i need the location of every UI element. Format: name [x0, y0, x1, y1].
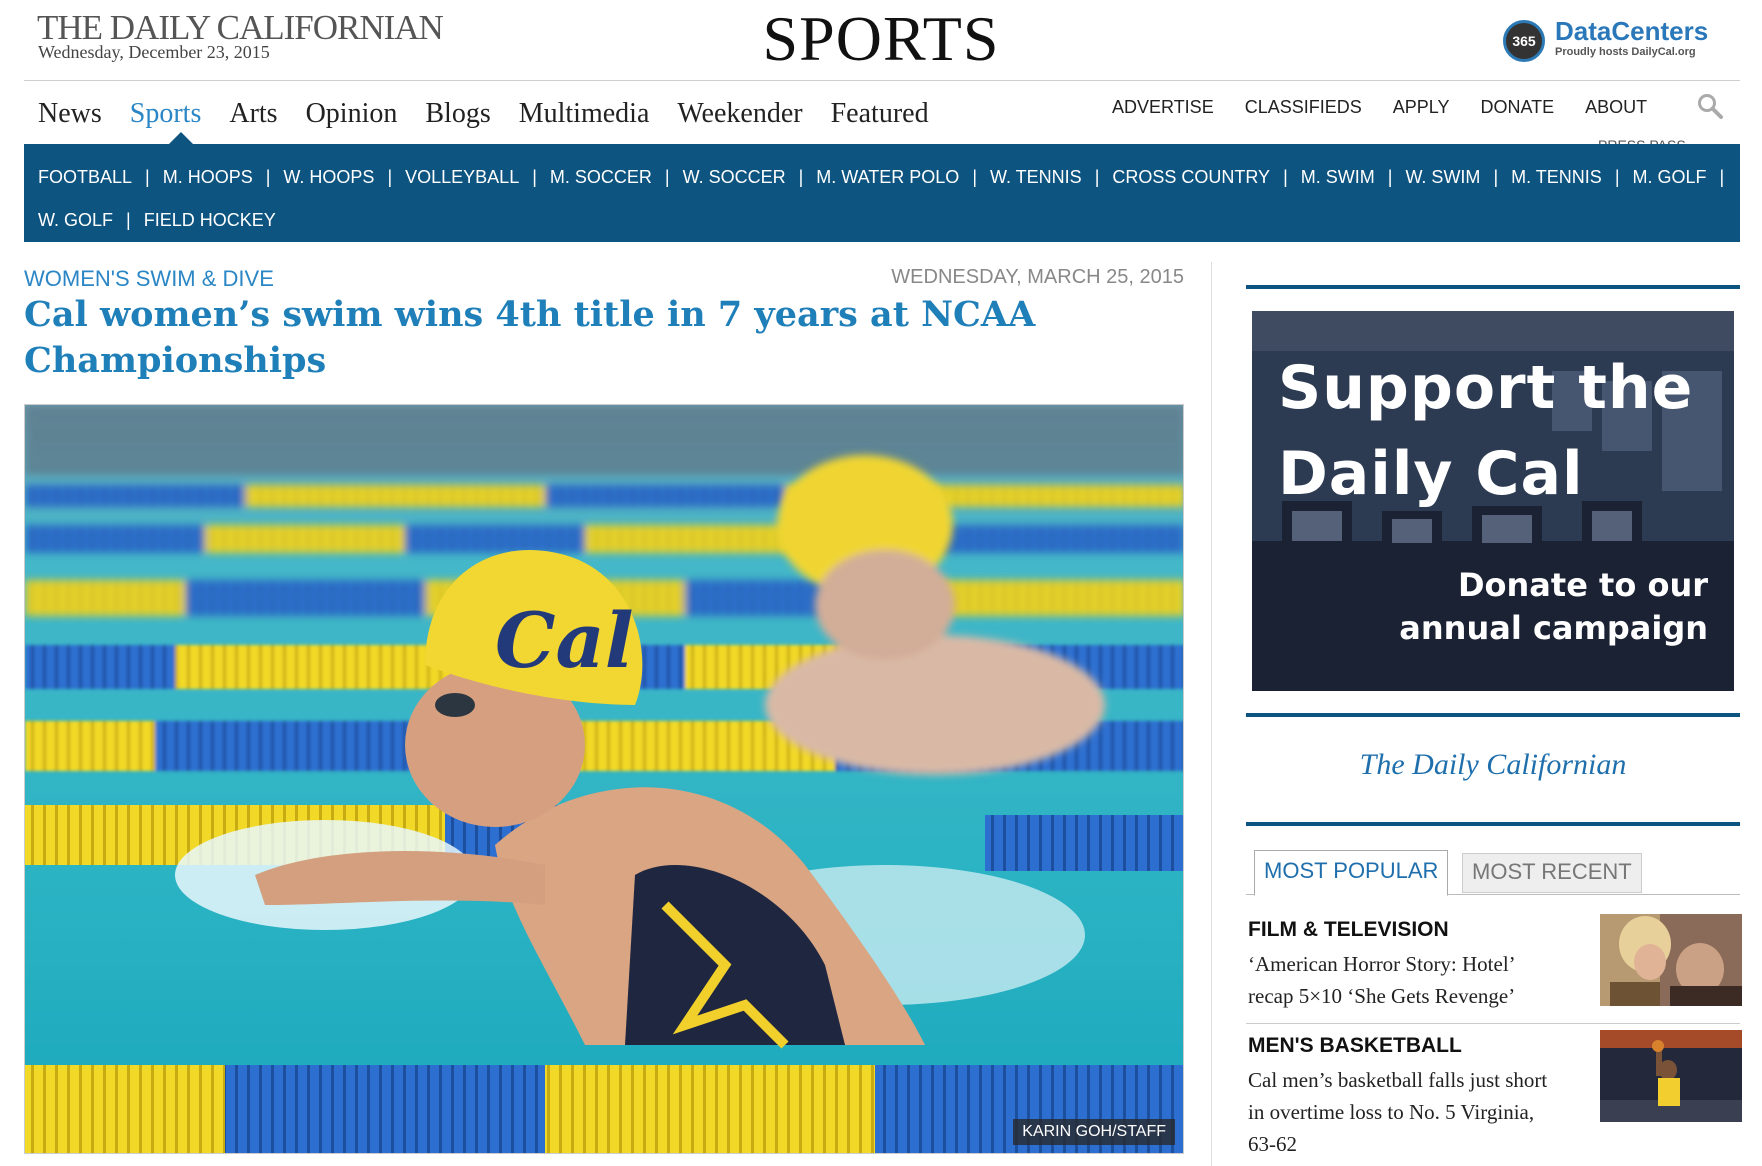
- story-thumbnail[interactable]: [1600, 914, 1742, 1006]
- subnav-separator: |: [1614, 166, 1620, 187]
- sport-link-w-swim[interactable]: W. SWIM: [1405, 167, 1480, 188]
- nav-sports[interactable]: Sports: [130, 98, 202, 130]
- subnav-separator: |: [1094, 166, 1100, 187]
- subnav-separator: |: [126, 209, 131, 230]
- subnav-separator: |: [1387, 166, 1393, 187]
- story-divider: [1246, 1023, 1740, 1024]
- utility-nav: ADVERTISE CLASSIFIEDS APPLY DONATE ABOUT: [1112, 92, 1678, 122]
- nav-featured[interactable]: Featured: [831, 98, 929, 130]
- article-category[interactable]: WOMEN'S SWIM & DIVE: [24, 266, 274, 292]
- nav-blogs[interactable]: Blogs: [425, 98, 490, 130]
- nav-weekender[interactable]: Weekender: [677, 98, 802, 130]
- sport-link-m-tennis[interactable]: M. TENNIS: [1511, 167, 1602, 188]
- ad-headline-line-2: Daily Cal: [1278, 439, 1584, 509]
- ad-headline-line-1: Support the: [1278, 353, 1694, 423]
- story-title[interactable]: Cal men’s basketball falls just short in…: [1248, 1064, 1558, 1160]
- ad-subline-1: Donate to our: [1457, 566, 1708, 604]
- subnav-separator: |: [265, 166, 271, 187]
- subnav-separator: |: [664, 166, 670, 187]
- sports-subnav-row-2: W. GOLF | FIELD HOCKEY: [38, 207, 276, 233]
- popular-story[interactable]: MEN'S BASKETBALL Cal men’s basketball fa…: [1248, 1030, 1742, 1162]
- nav-opinion[interactable]: Opinion: [306, 98, 398, 130]
- sidebar-rule: [1246, 285, 1740, 289]
- photo-credit: KARIN GOH/STAFF: [1013, 1119, 1175, 1145]
- sport-link-w-golf[interactable]: W. GOLF: [38, 210, 113, 231]
- ad-subline-2: annual campaign: [1399, 609, 1708, 647]
- sports-subnav-row-1: FOOTBALL | M. HOOPS | W. HOOPS | VOLLEYBALL | M.…: [38, 164, 1737, 190]
- sponsor-tagline: Proudly hosts DailyCal.org: [1555, 46, 1696, 58]
- tab-most-recent[interactable]: MOST RECENT: [1462, 853, 1642, 893]
- sponsor-logo[interactable]: 365 DataCenters Proudly hosts DailyCal.o…: [1503, 16, 1728, 66]
- search-icon[interactable]: [1696, 92, 1724, 120]
- story-title[interactable]: ‘American Horror Story: Hotel’ recap 5×1…: [1248, 948, 1558, 1012]
- subnav-separator: |: [145, 166, 150, 187]
- sport-link-cross-country[interactable]: CROSS COUNTRY: [1112, 167, 1270, 188]
- story-category[interactable]: FILM & TELEVISION: [1248, 918, 1449, 942]
- utility-donate[interactable]: DONATE: [1480, 97, 1554, 118]
- nav-multimedia[interactable]: Multimedia: [519, 98, 650, 130]
- sport-link-w-soccer[interactable]: W. SOCCER: [683, 167, 786, 188]
- sport-link-w-hoops[interactable]: W. HOOPS: [283, 167, 374, 188]
- subnav-separator: |: [1283, 166, 1288, 187]
- nav-news[interactable]: News: [38, 98, 102, 130]
- masthead-date: Wednesday, December 23, 2015: [38, 42, 270, 62]
- tab-most-popular[interactable]: MOST POPULAR: [1254, 850, 1449, 896]
- subnav-separator: |: [1719, 166, 1725, 187]
- subnav-separator: |: [1493, 166, 1499, 187]
- sport-link-w-tennis[interactable]: W. TENNIS: [990, 167, 1082, 188]
- sponsor-name: DataCenters: [1555, 16, 1709, 46]
- subnav-separator: |: [387, 166, 393, 187]
- popular-recent-tabs: MOST POPULAR MOST RECENT: [1246, 850, 1740, 896]
- sport-link-football[interactable]: FOOTBALL: [38, 167, 132, 188]
- utility-about[interactable]: ABOUT: [1585, 97, 1647, 118]
- column-divider: [1211, 262, 1212, 1166]
- primary-nav: News Sports Arts Opinion Blogs Multimedia Week…: [24, 84, 943, 144]
- swimmer-photo-illustration: Cal: [25, 405, 1183, 1153]
- utility-classifieds[interactable]: CLASSIFIEDS: [1245, 97, 1362, 118]
- story-category[interactable]: MEN'S BASKETBALL: [1248, 1034, 1462, 1058]
- nav-arts[interactable]: Arts: [229, 98, 277, 130]
- article-headline[interactable]: Cal women’s swim wins 4th title in 7 yea…: [24, 292, 1184, 384]
- sport-link-m-soccer[interactable]: M. SOCCER: [550, 167, 652, 188]
- popular-story[interactable]: FILM & TELEVISION ‘American Horror Story…: [1248, 914, 1742, 1008]
- subnav-separator: |: [972, 166, 977, 187]
- sponsor-badge-icon: 365: [1503, 20, 1545, 62]
- cap-logo-text: Cal: [495, 596, 634, 685]
- utility-advertise[interactable]: ADVERTISE: [1112, 97, 1214, 118]
- article-photo[interactable]: Cal KARIN GOH/STAFF: [24, 404, 1184, 1154]
- sidebar-rule: [1246, 822, 1740, 826]
- sports-subnav: FOOTBALL | M. HOOPS | W. HOOPS | VOLLEYBALL | M.…: [24, 144, 1740, 242]
- sport-link-m-swim[interactable]: M. SWIM: [1301, 167, 1375, 188]
- article-date: WEDNESDAY, MARCH 25, 2015: [891, 266, 1184, 288]
- sport-link-field-hockey[interactable]: FIELD HOCKEY: [144, 210, 276, 231]
- masthead-divider: [24, 80, 1740, 81]
- sidebar-brand[interactable]: The Daily Californian: [1246, 748, 1740, 782]
- subnav-separator: |: [798, 166, 804, 187]
- sport-link-m-golf[interactable]: M. GOLF: [1633, 167, 1707, 188]
- donation-ad[interactable]: Support the Daily Cal Donate to our annu…: [1252, 311, 1734, 691]
- sport-link-volleyball[interactable]: VOLLEYBALL: [405, 167, 519, 188]
- story-thumbnail[interactable]: [1600, 1030, 1742, 1122]
- utility-apply[interactable]: APPLY: [1393, 97, 1450, 118]
- subnav-separator: |: [532, 166, 537, 187]
- sport-link-m-hoops[interactable]: M. HOOPS: [163, 167, 253, 188]
- sport-link-m-water-polo[interactable]: M. WATER POLO: [816, 167, 959, 188]
- sidebar-rule: [1246, 713, 1740, 717]
